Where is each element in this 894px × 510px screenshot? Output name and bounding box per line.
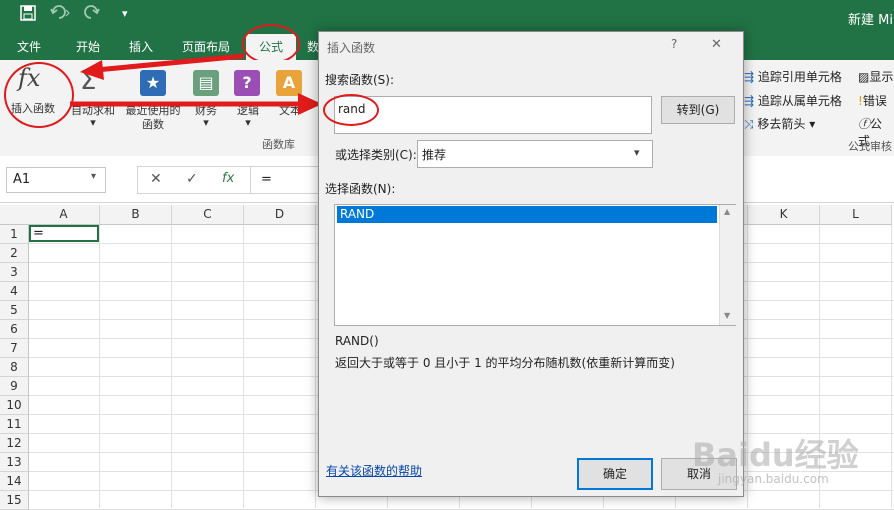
close-icon[interactable]: ✕ — [711, 37, 722, 52]
list-item-rand[interactable]: RAND — [337, 206, 717, 223]
function-list[interactable]: RAND ▲ ▼ — [334, 204, 736, 326]
scroll-down-icon[interactable]: ▼ — [724, 311, 730, 320]
arrow-tab-to-button — [95, 53, 245, 73]
scroll-up-icon[interactable]: ▲ — [724, 207, 730, 216]
dialog-title: 插入函数 — [327, 41, 376, 55]
search-label: 搜索函数(S): — [325, 73, 395, 87]
help-link[interactable]: 有关该函数的帮助 — [326, 462, 422, 479]
list-scrollbar[interactable]: ▲ ▼ — [719, 205, 736, 325]
help-icon[interactable]: ? — [671, 37, 677, 51]
arrowhead-left — [80, 60, 104, 80]
ok-button[interactable]: 确定 — [577, 458, 653, 490]
category-label: 或选择类别(C): — [335, 148, 417, 162]
select-function-label: 选择函数(N): — [325, 182, 396, 196]
chevron-down-icon[interactable]: ▾ — [634, 146, 640, 159]
function-description: 返回大于或等于 0 且小于 1 的平均分布随机数(依重新计算而变) — [335, 356, 675, 370]
function-signature: RAND() — [335, 334, 379, 348]
insert-function-dialog: 插入函数 ? ✕ 搜索函数(S): rand 转到(G) 或选择类别(C): 推… — [318, 31, 744, 497]
annotation-circle-search — [323, 94, 379, 126]
category-select[interactable]: 推荐 ▾ — [417, 140, 653, 168]
goto-button[interactable]: 转到(G) — [661, 96, 735, 124]
watermark-url: jingyan.baidu.com — [718, 472, 829, 486]
watermark-logo: Baidu经验 — [692, 436, 859, 474]
category-value: 推荐 — [422, 148, 447, 162]
search-input[interactable]: rand — [334, 96, 652, 134]
